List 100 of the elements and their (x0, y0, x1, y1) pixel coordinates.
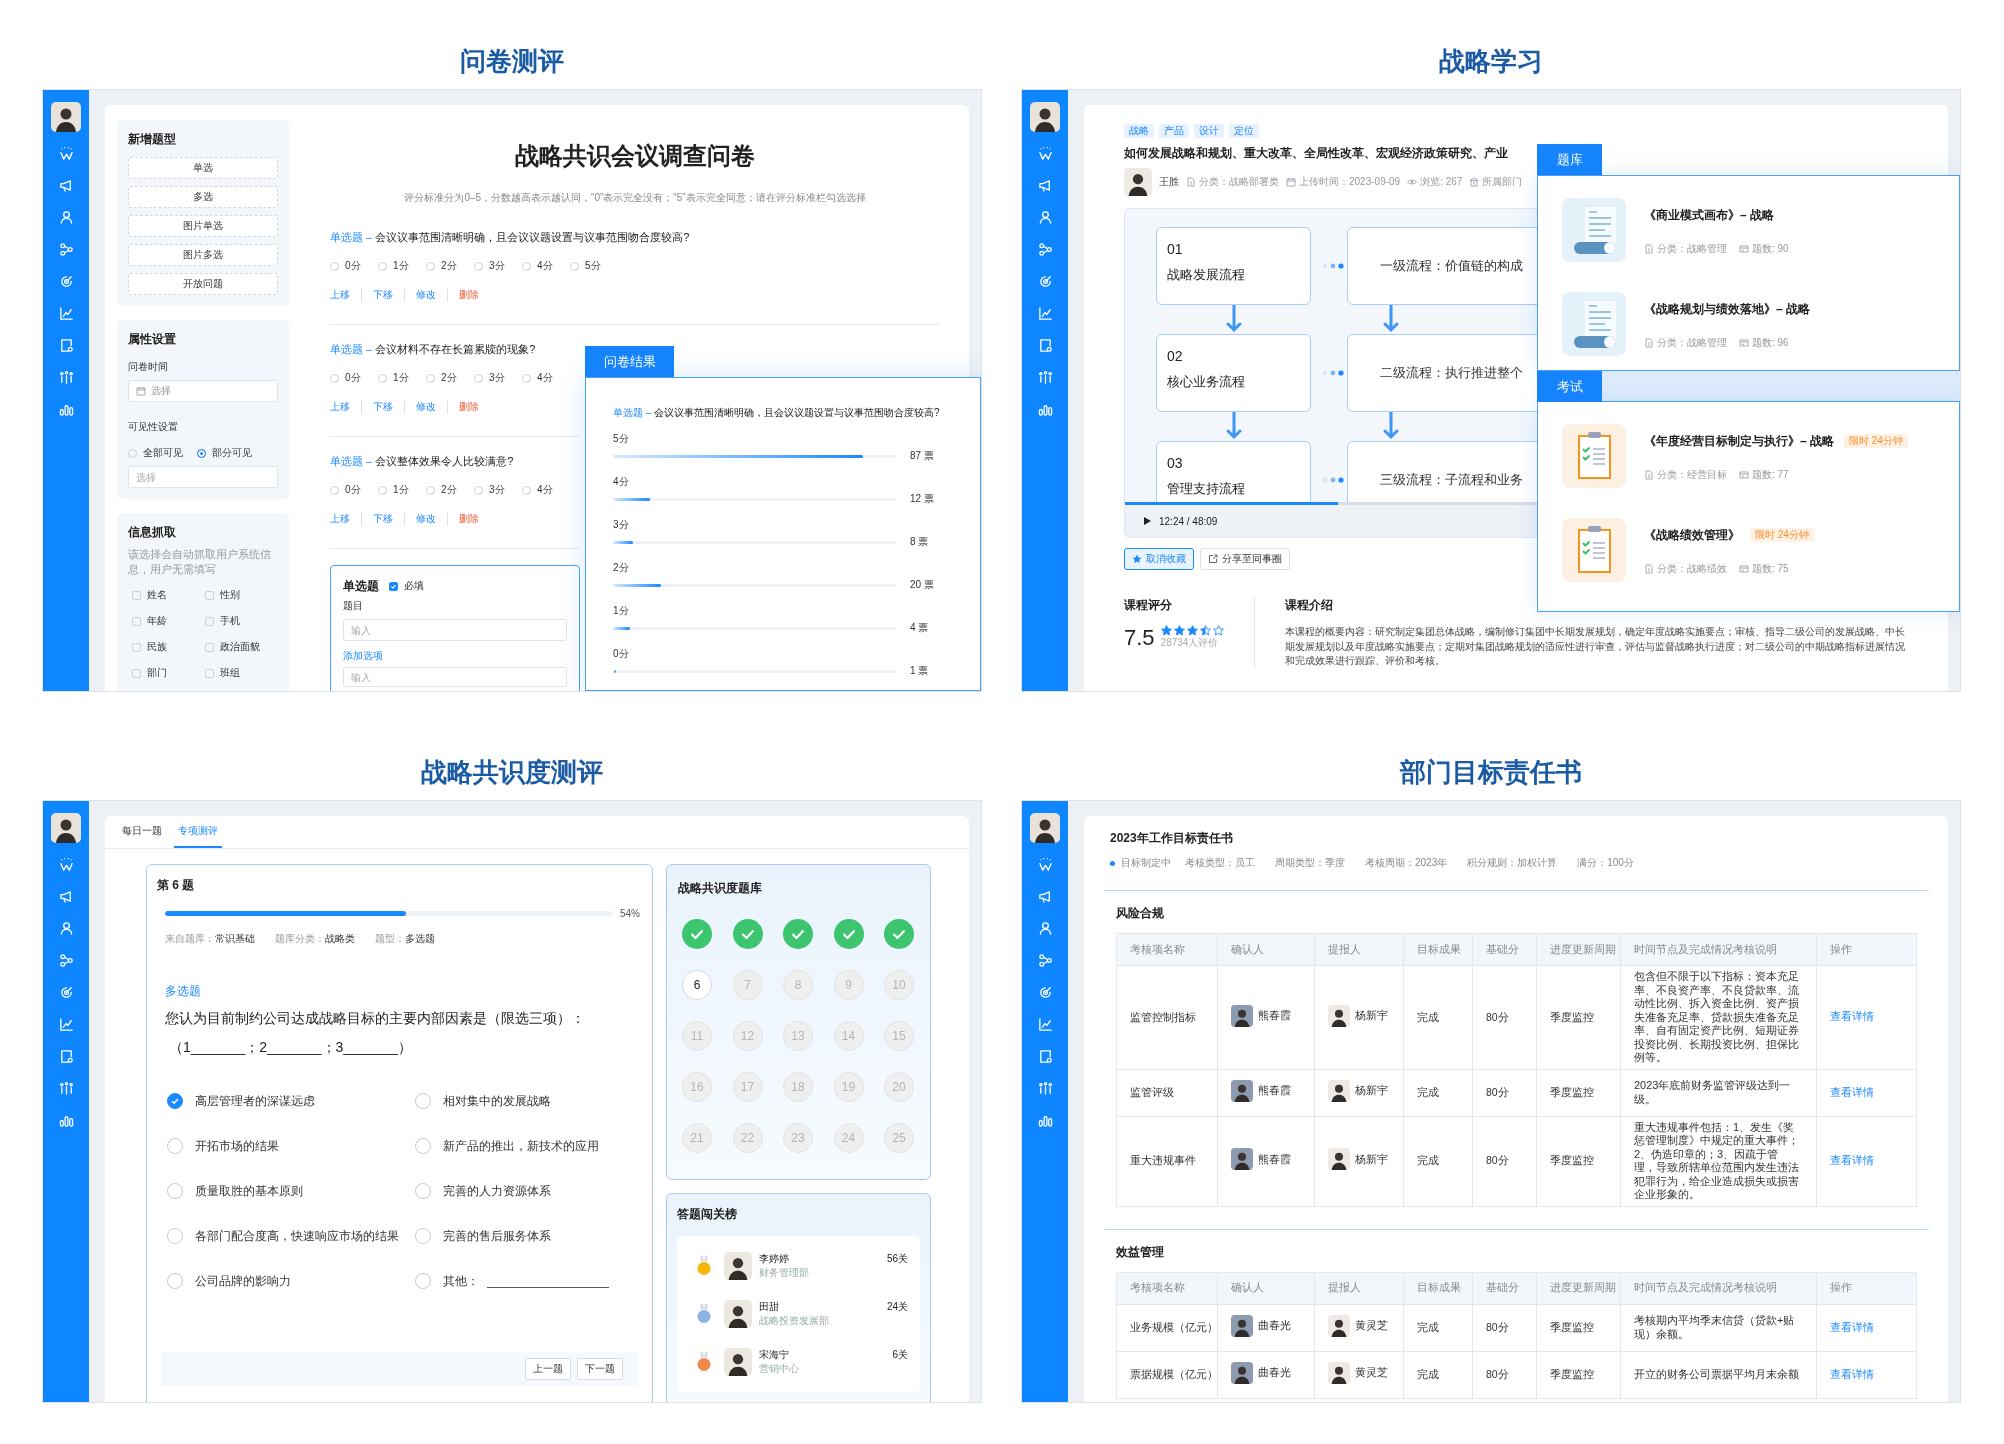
checkbox[interactable] (132, 642, 141, 652)
nav-button[interactable]: 下一题 (577, 1358, 623, 1380)
add-option-link[interactable]: 添加选项 (343, 649, 383, 663)
completed-question-button[interactable] (783, 919, 813, 949)
target-icon[interactable] (58, 274, 74, 289)
calendar-icon (136, 386, 146, 396)
date-field[interactable]: 选择 (128, 380, 278, 402)
checkbox[interactable] (389, 581, 398, 591)
user-icon[interactable] (1037, 210, 1053, 225)
details-link[interactable]: 查看详情 (1830, 1085, 1874, 1100)
option-input[interactable]: 输入 (343, 667, 567, 687)
course-title[interactable]: 《战略规划与绩效落地》– 战略 (1644, 301, 1810, 317)
course-title[interactable]: 《年度经营目标制定与执行》– 战略 (1644, 433, 1834, 449)
question-type-button[interactable]: 开放问题 (128, 273, 278, 295)
select-field[interactable]: 选择 (128, 466, 278, 488)
user-icon[interactable] (58, 210, 74, 225)
nodes-icon[interactable] (1037, 242, 1053, 257)
user-icon[interactable] (58, 921, 74, 936)
tag[interactable]: 定位 (1229, 124, 1259, 138)
people-icon[interactable] (1037, 370, 1053, 385)
document-icon[interactable] (58, 1049, 74, 1064)
megaphone-icon[interactable] (1037, 889, 1053, 904)
zigzag-icon[interactable] (1037, 146, 1053, 161)
action-link[interactable]: 下移 (361, 288, 404, 302)
option-label: 部门 (147, 666, 167, 680)
nav-button[interactable]: 上一题 (525, 1358, 571, 1380)
document-icon[interactable] (1037, 338, 1053, 353)
chart-icon[interactable] (1037, 306, 1053, 321)
radio-button[interactable] (167, 1093, 183, 1109)
course-title[interactable]: 《战略绩效管理》 (1644, 527, 1740, 543)
checkbox[interactable] (132, 616, 141, 626)
details-link[interactable]: 查看详情 (1830, 1320, 1874, 1335)
question-type-button[interactable]: 多选 (128, 186, 278, 208)
action-link[interactable]: 下移 (361, 400, 404, 414)
completed-question-button[interactable] (833, 919, 864, 949)
question-number-button[interactable]: 6 (682, 970, 712, 1000)
action-link[interactable]: 上移 (330, 512, 361, 526)
bars-icon[interactable] (58, 1113, 74, 1128)
document-icon[interactable] (1037, 1049, 1053, 1064)
zigzag-icon[interactable] (58, 857, 74, 872)
nodes-icon[interactable] (1037, 953, 1053, 968)
question-bank-tab[interactable]: 题库 (1537, 144, 1602, 175)
details-link[interactable]: 查看详情 (1830, 1367, 1874, 1382)
completed-question-button[interactable] (884, 919, 914, 949)
action-link[interactable]: 删除 (447, 288, 490, 302)
user-icon[interactable] (1037, 921, 1053, 936)
checkbox[interactable] (132, 590, 141, 600)
details-link[interactable]: 查看详情 (1830, 1010, 1874, 1025)
action-link[interactable]: 删除 (447, 400, 490, 414)
people-icon[interactable] (1037, 1081, 1053, 1096)
course-title[interactable]: 《商业模式画布》– 战略 (1644, 207, 1774, 223)
checkbox[interactable] (132, 668, 141, 678)
megaphone-icon[interactable] (1037, 178, 1053, 193)
action-link[interactable]: 修改 (404, 288, 447, 302)
question-input[interactable]: 输入 (343, 619, 567, 641)
action-link[interactable]: 下移 (361, 512, 404, 526)
tab[interactable]: 专项测评 (174, 816, 222, 848)
play-icon[interactable] (1142, 516, 1152, 526)
tab[interactable]: 每日一题 (118, 816, 166, 848)
favorite-button[interactable]: 取消收藏 (1124, 548, 1194, 570)
chart-icon[interactable] (58, 1017, 74, 1032)
nodes-icon[interactable] (58, 242, 74, 257)
question-type-button[interactable]: 图片多选 (128, 244, 278, 266)
checkbox[interactable] (205, 668, 214, 678)
radio-button[interactable] (197, 448, 206, 458)
action-link[interactable]: 修改 (404, 512, 447, 526)
completed-question-button[interactable] (682, 919, 712, 949)
bars-icon[interactable] (1037, 402, 1053, 417)
zigzag-icon[interactable] (1037, 857, 1053, 872)
target-icon[interactable] (58, 985, 74, 1000)
bars-icon[interactable] (58, 402, 74, 417)
target-icon[interactable] (1037, 985, 1053, 1000)
question-type-button[interactable]: 图片单选 (128, 215, 278, 237)
megaphone-icon[interactable] (58, 178, 74, 193)
document-icon[interactable] (58, 338, 74, 353)
details-link[interactable]: 查看详情 (1830, 1154, 1874, 1168)
action-link[interactable]: 上移 (330, 288, 361, 302)
checkbox[interactable] (205, 642, 214, 652)
chart-icon[interactable] (58, 306, 74, 321)
completed-question-button[interactable] (732, 919, 763, 949)
question-type-button[interactable]: 单选 (128, 157, 278, 179)
checkbox[interactable] (205, 616, 214, 626)
results-tab[interactable]: 问卷结果 (585, 346, 674, 377)
action-link[interactable]: 删除 (447, 512, 490, 526)
bars-icon[interactable] (1037, 1113, 1053, 1128)
chart-icon[interactable] (1037, 1017, 1053, 1032)
tag[interactable]: 产品 (1159, 124, 1189, 138)
exam-tab[interactable]: 考试 (1537, 371, 1602, 402)
target-icon[interactable] (1037, 274, 1053, 289)
checkbox[interactable] (205, 590, 214, 600)
share-button[interactable]: 分享至同事圈 (1200, 548, 1290, 570)
people-icon[interactable] (58, 370, 74, 385)
megaphone-icon[interactable] (58, 889, 74, 904)
action-link[interactable]: 上移 (330, 400, 361, 414)
tag[interactable]: 战略 (1124, 124, 1154, 138)
zigzag-icon[interactable] (58, 146, 74, 161)
nodes-icon[interactable] (58, 953, 74, 968)
action-link[interactable]: 修改 (404, 400, 447, 414)
people-icon[interactable] (58, 1081, 74, 1096)
tag[interactable]: 设计 (1194, 124, 1224, 138)
